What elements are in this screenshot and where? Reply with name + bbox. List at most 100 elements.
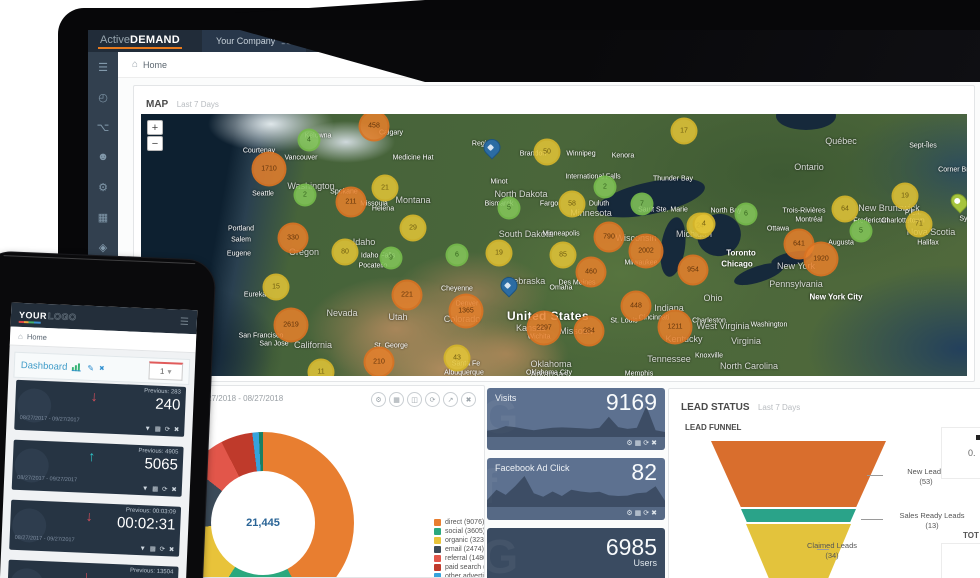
map-marker[interactable]: 64 (832, 196, 859, 223)
users-value: 6985 (606, 534, 657, 561)
map-label: Virginia (731, 336, 761, 346)
calendar-icon[interactable]: ▦ (635, 440, 644, 447)
refresh-icon[interactable]: ⟳ (425, 392, 440, 407)
map-marker[interactable]: 43 (444, 345, 471, 372)
map-marker[interactable]: 50 (534, 139, 561, 166)
visits-card-actions[interactable]: ⚙▦⟳✖ (626, 439, 659, 447)
app-logo[interactable]: ActiveDEMAND (98, 33, 182, 49)
map-marker[interactable]: 15 (263, 274, 290, 301)
map-marker[interactable]: 71 (906, 211, 933, 238)
chart-icon[interactable] (72, 363, 82, 371)
close-icon[interactable]: ✖ (651, 510, 659, 517)
map-marker[interactable]: 1365 (449, 294, 484, 329)
contacts-icon[interactable]: ☻ (88, 142, 118, 172)
export-icon[interactable]: ◫ (407, 392, 422, 407)
map-marker[interactable]: 5 (850, 220, 873, 243)
map-marker[interactable]: 448 (621, 291, 652, 322)
metric-value: 5065 (144, 455, 178, 473)
funnel-segment-new-leads[interactable] (711, 441, 886, 507)
map-pin-icon[interactable] (480, 135, 504, 159)
map-marker[interactable]: 458 (359, 114, 390, 142)
page-dropdown[interactable]: 1 ▾ (148, 361, 183, 380)
refresh-icon[interactable]: ⟳ (643, 440, 651, 447)
map[interactable]: + − VancouverCourtenaySeattleWashingtonS… (141, 114, 967, 376)
legend-swatch (434, 546, 441, 553)
metric-card[interactable]: ↓ Previous: 283 240 08/27/2017 - 09/27/2… (14, 380, 186, 437)
map-marker[interactable]: 2002 (629, 234, 664, 269)
phone-logo[interactable]: YOURLOGO (19, 310, 77, 322)
map-marker[interactable]: 460 (576, 257, 607, 288)
menu-icon[interactable]: ☰ (180, 316, 189, 327)
map-marker[interactable]: 29 (400, 215, 427, 242)
breadcrumb-home[interactable]: Home (27, 332, 47, 342)
map-marker[interactable]: 9 (380, 247, 403, 270)
page: ActiveDEMAND Your Company ⌥ ☰◴⌥☻⚙▦◈▣⚒ ⌂ … (0, 0, 980, 578)
calendar-icon[interactable]: ▦ (635, 510, 644, 517)
map-marker[interactable]: 6 (735, 203, 758, 226)
legend-item: organic (3236) (434, 537, 485, 544)
map-label: Fargo (540, 201, 558, 208)
zoom-in-button[interactable]: + (147, 120, 163, 135)
refresh-icon[interactable]: ⟳ (643, 510, 651, 517)
metric-card[interactable]: ↓ Previous: 00:03:09 00:02:31 08/27/2017… (9, 500, 181, 557)
facebook-card-actions[interactable]: ⚙▦⟳✖ (626, 509, 659, 517)
map-marker[interactable]: 2 (294, 184, 317, 207)
map-marker[interactable]: 6 (446, 244, 469, 267)
map-label: Minot (490, 179, 507, 186)
company-switcher[interactable]: Your Company ⌥ (202, 30, 306, 52)
card-actions[interactable]: ▼ ▦ ⟳ ✖ (144, 424, 180, 433)
map-marker[interactable]: 1710 (252, 152, 287, 187)
map-marker[interactable]: 954 (678, 255, 709, 286)
map-marker[interactable]: 85 (550, 242, 577, 269)
map-label: Duluth (589, 201, 609, 208)
map-marker[interactable]: 2619 (274, 308, 309, 343)
map-marker[interactable]: 17 (671, 118, 698, 145)
map-label: Sydney (959, 216, 967, 223)
map-marker[interactable]: 790 (594, 222, 625, 253)
funnel-segment-sales-ready[interactable] (741, 509, 856, 522)
sitemap-icon[interactable]: ⌥ (88, 112, 118, 142)
map-marker[interactable]: 58 (559, 191, 586, 218)
map-marker[interactable]: 11 (308, 359, 335, 377)
card-actions[interactable]: ▼ ▦ ⟳ ✖ (142, 484, 178, 493)
gear-icon[interactable]: ⚙ (371, 392, 386, 407)
card-actions[interactable]: ▼ ▦ ⟳ ✖ (139, 544, 175, 553)
metric-card[interactable]: ↑ Previous: 4905 5065 08/27/2017 - 09/27… (12, 440, 184, 497)
close-icon[interactable]: ✖ (651, 440, 659, 447)
green-pin-icon[interactable] (947, 190, 967, 213)
map-marker[interactable]: 284 (574, 316, 605, 347)
calendar-icon[interactable]: ▦ (389, 392, 404, 407)
map-marker[interactable]: 221 (392, 280, 423, 311)
chevron-down-icon: ▾ (167, 367, 171, 376)
dashboard-icon[interactable]: ◴ (88, 82, 118, 112)
legend-swatch (434, 573, 441, 578)
map-marker[interactable]: 2 (594, 176, 617, 199)
gear-icon[interactable]: ⚙ (626, 510, 634, 517)
metric-card[interactable]: ↓ Previous: 13504 (7, 560, 179, 578)
menu-icon[interactable]: ☰ (88, 52, 118, 82)
map-marker[interactable]: 1920 (804, 242, 839, 277)
map-marker[interactable]: 5 (498, 197, 521, 220)
map-marker[interactable]: 1211 (658, 310, 693, 345)
map-marker[interactable]: 2297 (527, 311, 562, 346)
map-marker[interactable]: 21 (372, 175, 399, 202)
map-marker[interactable]: 19 (486, 240, 513, 267)
map-marker[interactable]: 211 (336, 187, 367, 218)
lead-status-card: LEAD STATUS Last 7 Days LEAD FUNNEL New … (668, 388, 980, 578)
map-marker[interactable]: 19 (892, 183, 919, 210)
map-marker[interactable]: 7 (631, 193, 654, 216)
gear-icon[interactable]: ⚙ (626, 440, 634, 447)
close-icon[interactable]: ✖ (461, 392, 476, 407)
modules-icon[interactable]: ▦ (88, 202, 118, 232)
close-icon[interactable]: ✖ (99, 364, 105, 372)
edit-icon[interactable]: ✎ (87, 363, 94, 372)
settings-icon[interactable]: ⚙ (88, 172, 118, 202)
expand-icon[interactable]: ↗ (443, 392, 458, 407)
map-marker[interactable]: 330 (278, 223, 309, 254)
breadcrumb-home[interactable]: Home (143, 60, 167, 70)
map-marker[interactable]: 210 (364, 347, 395, 377)
map-marker[interactable]: 4 (693, 213, 716, 236)
map-marker[interactable]: 4 (298, 129, 321, 152)
zoom-out-button[interactable]: − (147, 136, 163, 151)
map-marker[interactable]: 80 (332, 239, 359, 266)
